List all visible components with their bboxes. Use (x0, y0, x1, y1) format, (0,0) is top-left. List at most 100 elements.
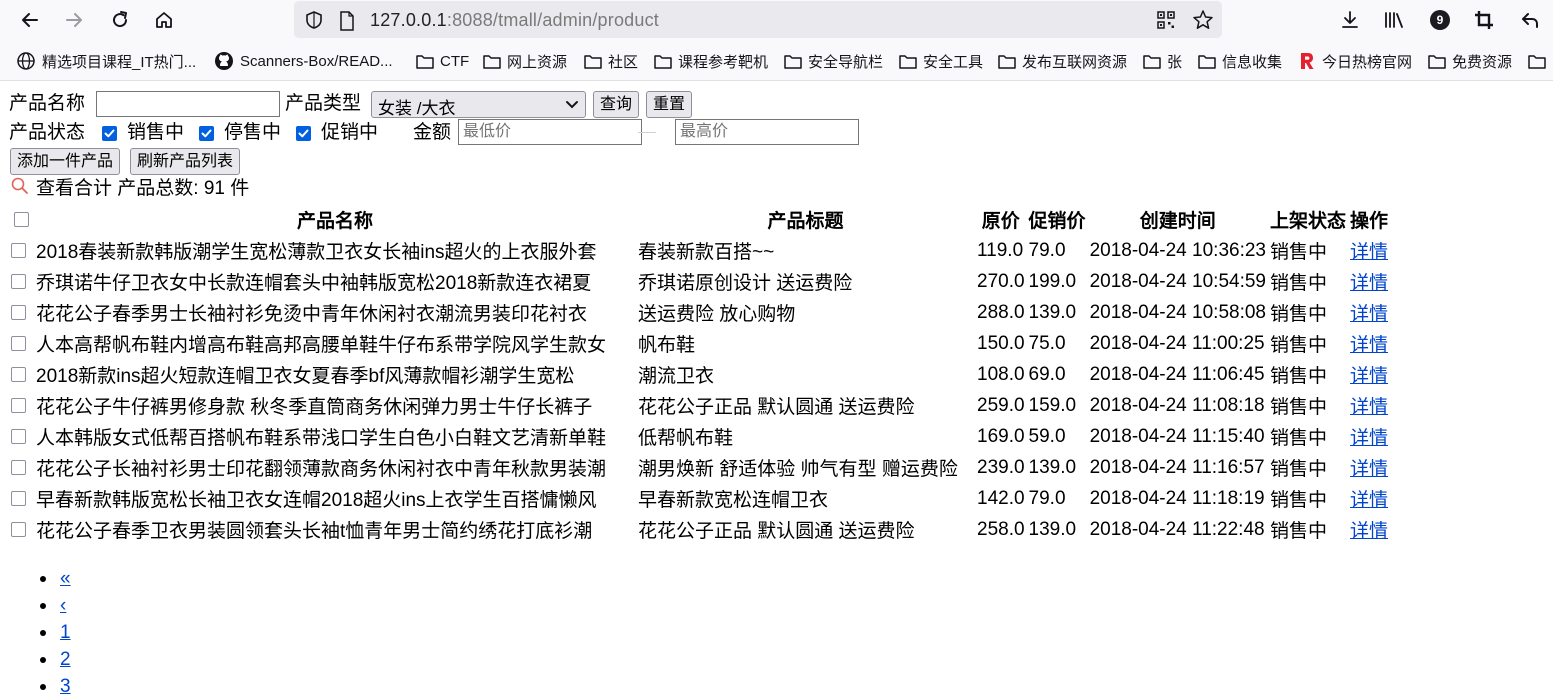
row-checkbox[interactable] (11, 242, 26, 258)
bookmark-folder[interactable]: 安全导航栏 (784, 50, 883, 72)
globe-icon (17, 52, 35, 70)
detail-link[interactable]: 详情 (1350, 459, 1388, 480)
detail-link[interactable]: 详情 (1350, 335, 1388, 356)
page-info-icon[interactable] (338, 11, 356, 36)
status-on-sale-checkbox[interactable] (102, 126, 117, 141)
select-all-checkbox[interactable] (14, 211, 29, 227)
action-cell: 详情 (1349, 236, 1389, 265)
row-checkbox[interactable] (11, 366, 26, 382)
refresh-list-button[interactable]: 刷新产品列表 (130, 148, 241, 175)
sale-price-cell: 59.0 (1028, 425, 1066, 447)
bookmark-folder-overflow[interactable] (1528, 50, 1552, 72)
status-promotion-label: 促销中 (321, 122, 379, 143)
checkmark-icon (201, 129, 212, 138)
action-cell: 详情 (1349, 391, 1389, 420)
qr-code-icon[interactable] (1156, 10, 1176, 35)
original-price-cell: 239.0 (977, 456, 1025, 478)
row-checkbox[interactable] (11, 459, 26, 475)
price-range-divider (638, 132, 656, 133)
back-arrow-icon[interactable] (16, 6, 44, 34)
detail-link[interactable]: 详情 (1350, 490, 1388, 511)
product-name-cell: 花花公子春季男士长袖衬衫免烫中青年休闲衬衣潮流男装印花衬衣 (36, 304, 588, 325)
column-header-sale-price: 促销价 (1028, 211, 1086, 232)
bookmark-folder[interactable]: 社区 (584, 50, 638, 72)
product-name-cell: 花花公子春季卫衣男装圆领套头长袖t恤青年男士简约绣花打底衫潮 (36, 521, 593, 542)
query-button[interactable]: 查询 (593, 91, 640, 118)
extension-badge[interactable]: 9 (1426, 6, 1454, 34)
product-title-cell: 花花公子正品 默认圆通 送运费险 (638, 521, 915, 542)
bookmark-item[interactable]: 今日热榜官网 (1298, 50, 1412, 72)
detail-link[interactable]: 详情 (1350, 242, 1388, 263)
pagination-page-2-link[interactable]: 2 (60, 649, 71, 670)
bookmark-folder[interactable]: 网上资源 (483, 50, 567, 72)
original-price-cell: 259.0 (977, 394, 1025, 416)
pagination-page-1-link[interactable]: 1 (60, 622, 71, 643)
folder-icon (1143, 55, 1161, 69)
downloads-icon[interactable] (1336, 6, 1364, 34)
original-price-cell: 258.0 (977, 518, 1025, 540)
bookmark-folder[interactable]: 免费资源 (1428, 50, 1512, 72)
row-checkbox[interactable] (11, 397, 26, 413)
action-cell: 详情 (1349, 515, 1389, 544)
library-icon[interactable] (1380, 6, 1408, 34)
bookmark-item[interactable]: 精选项目课程_IT热门... (16, 50, 196, 72)
status-promotion-checkbox[interactable] (296, 126, 311, 141)
product-type-select[interactable]: 女装 /大衣 (371, 91, 586, 118)
product-name-cell: 花花公子长袖衬衫男士印花翻领薄款商务休闲衬衣中青年秋款男装潮 (36, 459, 607, 480)
bookmark-folder[interactable]: 信息收集 (1198, 50, 1282, 72)
pagination-first-link[interactable]: « (60, 568, 71, 589)
table-row: 花花公子春季卫衣男装圆领套头长袖t恤青年男士简约绣花打底衫潮 花花公子正品 默认圆… (10, 515, 1389, 544)
product-name-label: 产品名称 (9, 93, 86, 114)
row-checkbox[interactable] (11, 335, 26, 351)
row-select-cell (10, 267, 33, 296)
status-stopped-checkbox[interactable] (199, 126, 214, 141)
row-checkbox[interactable] (11, 304, 26, 320)
pagination-page-3-link[interactable]: 3 (60, 676, 71, 697)
product-status-label: 产品状态 (9, 122, 86, 143)
product-title-cell: 低帮帆布鞋 (638, 428, 734, 449)
detail-link[interactable]: 详情 (1350, 397, 1388, 418)
checkmark-icon (298, 129, 309, 138)
bookmark-folder[interactable]: 安全工具 (899, 50, 983, 72)
detail-link[interactable]: 详情 (1350, 521, 1388, 542)
pagination-prev-link[interactable]: ‹ (60, 595, 66, 616)
listing-status-cell: 销售中 (1270, 366, 1328, 387)
row-select-cell (10, 453, 33, 482)
shield-icon[interactable] (304, 10, 324, 35)
bookmark-label: 今日热榜官网 (1322, 53, 1413, 71)
home-icon[interactable] (150, 6, 178, 34)
url-text: 127.0.0.1:8088/tmall/admin/product (370, 10, 659, 31)
listing-status-cell: 销售中 (1270, 242, 1328, 263)
max-price-input[interactable] (675, 119, 859, 145)
min-price-input[interactable] (458, 119, 642, 145)
crop-icon[interactable] (1470, 6, 1498, 34)
reset-button[interactable]: 重置 (646, 91, 693, 118)
sale-price-cell: 139.0 (1028, 518, 1077, 540)
folder-icon (483, 55, 501, 69)
detail-link[interactable]: 详情 (1350, 304, 1388, 325)
product-title-cell: 帆布鞋 (638, 335, 696, 356)
row-checkbox[interactable] (11, 490, 26, 506)
product-name-input[interactable] (96, 91, 280, 117)
reload-icon[interactable] (106, 6, 134, 34)
detail-link[interactable]: 详情 (1350, 273, 1388, 294)
bookmark-folder[interactable]: CTF (416, 50, 469, 72)
undo-arrow-icon[interactable] (1516, 6, 1544, 34)
created-time-cell: 2018-04-24 10:58:08 (1089, 301, 1266, 323)
row-checkbox[interactable] (11, 428, 26, 444)
detail-link[interactable]: 详情 (1350, 428, 1388, 449)
address-bar[interactable]: 127.0.0.1:8088/tmall/admin/product (294, 1, 1222, 38)
bookmark-star-icon[interactable] (1192, 9, 1214, 36)
bookmark-folder[interactable]: 张 (1143, 50, 1182, 72)
add-product-button[interactable]: 添加一件产品 (10, 148, 121, 175)
bookmark-folder[interactable]: 发布互联网资源 (998, 50, 1127, 72)
forward-arrow-icon[interactable] (60, 6, 88, 34)
detail-link[interactable]: 详情 (1350, 366, 1388, 387)
row-checkbox[interactable] (11, 521, 26, 537)
product-type-label: 产品类型 (285, 93, 362, 114)
bookmark-item[interactable]: Scanners-Box/READ... (214, 50, 393, 72)
row-checkbox[interactable] (11, 273, 26, 289)
sale-price-cell: 199.0 (1028, 270, 1077, 292)
bookmark-folder[interactable]: 课程参考靶机 (654, 50, 768, 72)
original-price-cell: 288.0 (977, 301, 1025, 323)
